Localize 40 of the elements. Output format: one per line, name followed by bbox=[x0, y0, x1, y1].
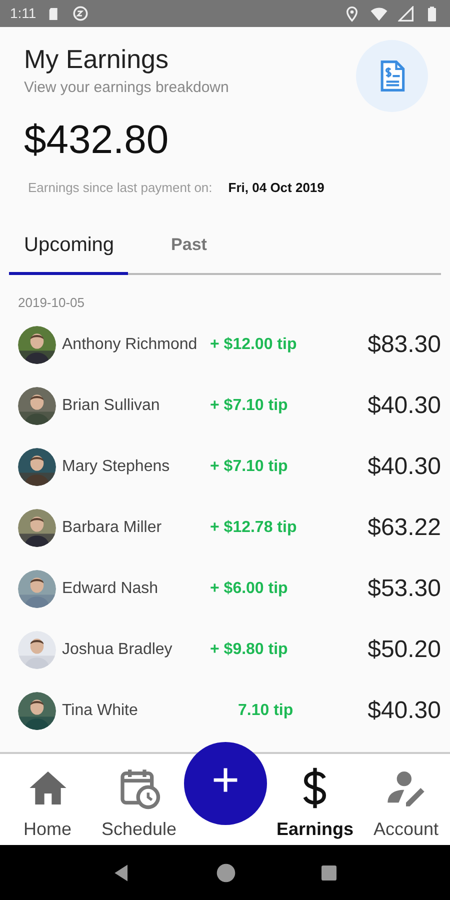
tip-amount: + $9.80 tip bbox=[210, 640, 289, 660]
tip-amount: 7.10 tip bbox=[237, 701, 294, 721]
customer-name: Brian Sullivan bbox=[62, 396, 161, 416]
nav-tab[interactable]: Home bbox=[0, 754, 95, 845]
earning-amount: $40.30 bbox=[368, 452, 441, 482]
customer-name: Edward Nash bbox=[62, 579, 160, 599]
tip-amount: + $12.00 tip bbox=[210, 335, 298, 355]
tip-amount: + $7.10 tip bbox=[210, 396, 289, 416]
status-time: 1:11 bbox=[10, 4, 36, 23]
location-icon bbox=[344, 6, 360, 22]
page-title: My Earnings bbox=[24, 45, 168, 74]
sync-icon bbox=[72, 5, 90, 22]
since-label: Earnings since last payment on: bbox=[28, 179, 212, 197]
page-subtitle: View your earnings breakdown bbox=[24, 78, 229, 98]
earning-amount: $40.30 bbox=[368, 696, 441, 726]
earning-amount: $40.30 bbox=[368, 391, 441, 421]
customer-name: Joshua Bradley bbox=[62, 640, 174, 660]
since-date: Fri, 04 Oct 2019 bbox=[228, 179, 324, 197]
earning-amount: $63.22 bbox=[368, 513, 441, 543]
customer-name: Anthony Richmond bbox=[62, 335, 198, 355]
wifi-icon bbox=[370, 4, 388, 22]
nav-tab[interactable]: Earnings bbox=[267, 754, 363, 845]
nav-tab[interactable]: Account bbox=[363, 754, 449, 845]
tab[interactable]: Past bbox=[156, 222, 221, 274]
date-heading: 2019-10-05 bbox=[18, 294, 84, 312]
tab[interactable]: Upcoming bbox=[9, 222, 128, 274]
earning-amount: $53.30 bbox=[368, 574, 441, 604]
recents-icon[interactable] bbox=[319, 862, 339, 882]
customer-name: Mary Stephens bbox=[62, 457, 171, 477]
tip-amount: + $12.78 tip bbox=[210, 518, 298, 538]
customer-name: Tina White bbox=[62, 701, 139, 721]
nav-tab[interactable]: Schedule bbox=[95, 754, 183, 845]
earnings-total: $432.80 bbox=[24, 118, 169, 162]
tip-amount: + $7.10 tip bbox=[210, 457, 289, 477]
earning-amount: $83.30 bbox=[368, 330, 441, 360]
signal-icon bbox=[398, 6, 414, 22]
earning-amount: $50.20 bbox=[368, 635, 441, 665]
customer-name: Barbara Miller bbox=[62, 518, 163, 538]
home-button-icon[interactable] bbox=[215, 862, 237, 884]
tip-amount: + $6.00 tip bbox=[210, 579, 289, 599]
